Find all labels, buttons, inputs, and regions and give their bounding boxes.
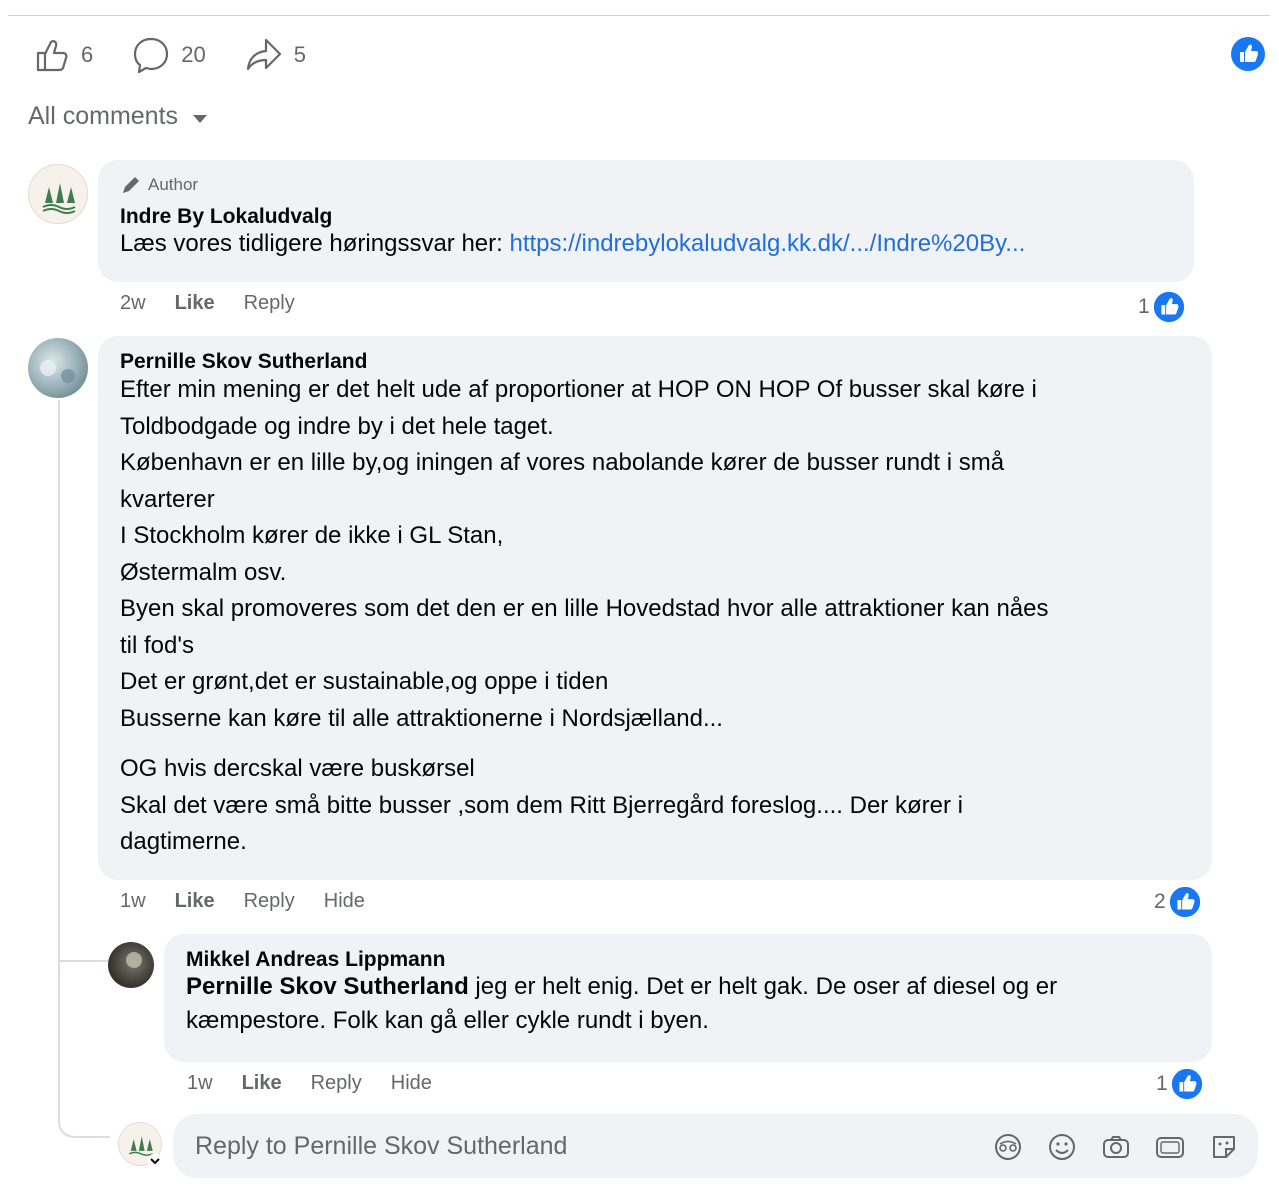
comment-bubble: Mikkel Andreas Lippmann Pernille Skov Su… bbox=[164, 934, 1212, 1062]
gif-icon[interactable] bbox=[1154, 1131, 1186, 1163]
composer-avatar[interactable] bbox=[118, 1122, 163, 1169]
comment-line: til fod's bbox=[120, 631, 194, 659]
avatar[interactable] bbox=[28, 338, 88, 398]
avatar[interactable] bbox=[108, 942, 154, 988]
thread-branch bbox=[58, 960, 108, 962]
hide-button[interactable]: Hide bbox=[324, 890, 365, 913]
author-badge: Author bbox=[120, 174, 1172, 196]
reaction-count[interactable]: 1 bbox=[1138, 290, 1186, 324]
reply-button[interactable]: Reply bbox=[244, 292, 295, 315]
comment-line: dagtimerne. bbox=[120, 828, 247, 855]
comment-line: kvarterer bbox=[120, 485, 215, 513]
comment-line: København er en lille by,og iningen af v… bbox=[120, 449, 1005, 476]
share-stat[interactable]: 5 bbox=[244, 35, 306, 75]
comment-actions: 1w Like Reply Hide bbox=[120, 890, 394, 913]
sticker-icon[interactable] bbox=[1208, 1131, 1240, 1163]
avatar[interactable] bbox=[28, 164, 88, 224]
post-stats: 6 20 5 bbox=[33, 35, 344, 75]
comment-time[interactable]: 1w bbox=[187, 1072, 213, 1095]
caret-down-icon bbox=[193, 114, 208, 123]
reaction-count[interactable]: 2 bbox=[1154, 885, 1202, 919]
hide-button[interactable]: Hide bbox=[391, 1072, 432, 1095]
comment-line: Busserne kan køre til alle attraktionern… bbox=[120, 704, 723, 732]
avatar-check-down-icon bbox=[147, 1153, 163, 1169]
avatar-icon bbox=[42, 183, 76, 214]
comment-text: Læs vores tidligere høringssvar her: htt… bbox=[120, 226, 1172, 262]
comment-bubble: Author Indre By Lokaludvalg Læs vores ti… bbox=[98, 160, 1194, 282]
comments-filter-dropdown[interactable]: All comments bbox=[28, 102, 208, 131]
camera-icon[interactable] bbox=[1100, 1131, 1132, 1163]
comment-line: Byen skal promoveres som det den er en l… bbox=[120, 595, 1049, 622]
pencil-icon bbox=[123, 177, 139, 193]
reply-input[interactable] bbox=[193, 1130, 977, 1162]
comment-count: 20 bbox=[181, 42, 206, 67]
comment-stat[interactable]: 20 bbox=[131, 35, 206, 75]
like-icon bbox=[36, 40, 68, 72]
comments-filter-label: All comments bbox=[28, 102, 179, 130]
like-button[interactable]: Like bbox=[175, 292, 215, 315]
share-icon bbox=[246, 38, 281, 71]
comment-line: Efter min mening er det helt ude af prop… bbox=[120, 376, 1037, 403]
comment-line: I Stockholm kører de ikke i GL Stan, bbox=[120, 522, 504, 549]
like-reaction-icon bbox=[1167, 885, 1202, 919]
comment-line: Skal det være små bitte busser ,som dem … bbox=[120, 791, 963, 819]
reaction-count-value: 2 bbox=[1154, 890, 1166, 913]
comment-line: jeg er helt enig. Det er helt gak. De os… bbox=[468, 973, 1058, 1000]
like-button[interactable]: Like bbox=[175, 890, 215, 913]
comment-text: Efter min mening er det helt ude af prop… bbox=[120, 372, 1190, 861]
reaction-count[interactable]: 1 bbox=[1156, 1067, 1204, 1101]
like-stat[interactable]: 6 bbox=[33, 36, 93, 74]
comment-text: Pernille Skov Sutherland jeg er helt eni… bbox=[186, 970, 1190, 1038]
comment-author[interactable]: Pernille Skov Sutherland bbox=[120, 350, 1190, 374]
like-reaction-icon bbox=[1169, 1067, 1204, 1101]
comment-actions: 2w Like Reply bbox=[120, 292, 324, 315]
comment-time[interactable]: 1w bbox=[120, 890, 146, 913]
reaction-count-value: 1 bbox=[1138, 295, 1150, 318]
reply-box bbox=[173, 1114, 1258, 1178]
like-count: 6 bbox=[81, 42, 94, 67]
like-reaction-icon bbox=[1231, 37, 1265, 71]
author-badge-label: Author bbox=[148, 175, 199, 194]
share-count: 5 bbox=[293, 42, 306, 67]
reply-button[interactable]: Reply bbox=[244, 890, 295, 913]
sticker-emoji-icon[interactable] bbox=[992, 1131, 1024, 1163]
comment-line: Toldbodgade og indre by i det hele taget… bbox=[120, 412, 554, 440]
avatar-icon bbox=[126, 952, 142, 968]
reply-button[interactable]: Reply bbox=[311, 1072, 362, 1095]
comment-icon bbox=[134, 37, 169, 74]
mention-tag[interactable]: Pernille Skov Sutherland bbox=[186, 973, 469, 1000]
reaction-count-value: 1 bbox=[1156, 1072, 1168, 1095]
comment-bubble: Pernille Skov Sutherland Efter min menin… bbox=[98, 336, 1212, 880]
comment-actions: 1w Like Reply Hide bbox=[187, 1072, 461, 1095]
comment-time[interactable]: 2w bbox=[120, 292, 146, 315]
like-button[interactable]: Like bbox=[242, 1072, 282, 1095]
comment-line: Det er grønt,det er sustainable,og oppe … bbox=[120, 668, 609, 695]
like-reaction-icon bbox=[1151, 290, 1186, 324]
top-divider bbox=[8, 15, 1270, 16]
avatar-icon bbox=[40, 360, 75, 383]
composer-actions bbox=[970, 1131, 1240, 1163]
emoji-icon[interactable] bbox=[1046, 1131, 1078, 1163]
comment-line: kæmpestore. Folk kan gå eller cykle rund… bbox=[186, 1007, 709, 1034]
comment-line: OG hvis dercskal være buskørsel bbox=[120, 755, 475, 782]
comment-line: Østermalm osv. bbox=[120, 558, 287, 586]
comment-text-prefix: Læs vores tidligere høringssvar her: bbox=[120, 230, 510, 257]
thread-branch bbox=[58, 1118, 110, 1138]
comment-author[interactable]: Mikkel Andreas Lippmann bbox=[186, 948, 1190, 972]
thread-line bbox=[58, 400, 60, 1120]
comment-link[interactable]: https://indrebylokaludvalg.kk.dk/.../Ind… bbox=[509, 230, 1025, 257]
